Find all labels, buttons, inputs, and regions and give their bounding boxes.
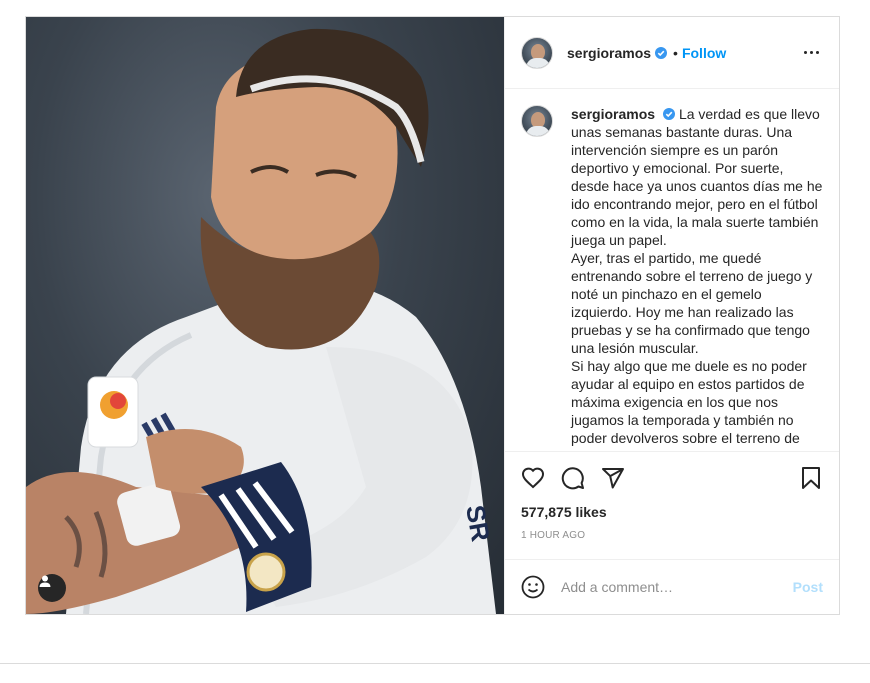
like-button[interactable] [521, 466, 545, 490]
save-button[interactable] [799, 466, 823, 490]
author-username[interactable]: sergioramos [567, 45, 651, 61]
heart-icon [521, 467, 545, 489]
svg-text:SR: SR [460, 503, 496, 544]
post-header: sergioramos • Follow [505, 17, 839, 89]
caption-paragraph-1: La verdad es que llevo unas semanas bast… [571, 106, 823, 248]
post-timestamp[interactable]: 1 HOUR AGO [505, 530, 839, 560]
smiley-icon [521, 575, 545, 599]
follow-button[interactable]: Follow [682, 45, 726, 61]
separator-dot: • [673, 44, 678, 61]
comment-row: Post [505, 560, 839, 614]
caption-text: sergioramos La verdad es que llevo unas … [571, 105, 823, 451]
user-tag-button[interactable] [38, 574, 66, 602]
verified-badge-icon [655, 46, 668, 59]
post-comment-button[interactable]: Post [793, 579, 823, 595]
bookmark-icon [802, 467, 820, 489]
player-photo-illustration: SR [26, 28, 496, 614]
avatar[interactable] [521, 36, 553, 69]
post-photo[interactable]: SR [26, 17, 504, 614]
post-side-panel: sergioramos • Follow sergioramos La verd… [504, 17, 839, 614]
comment-button[interactable] [561, 466, 585, 490]
caption-username[interactable]: sergioramos [571, 106, 655, 122]
paper-plane-icon [602, 468, 624, 489]
share-button[interactable] [601, 466, 625, 490]
caption-paragraph: sergioramos La verdad es que llevo unas … [571, 105, 823, 249]
instagram-post: SR sergioramos • Follow sergioramos La v… [25, 16, 840, 615]
comment-bubble-icon [561, 467, 584, 490]
comment-input[interactable] [561, 579, 793, 595]
user-tag-icon [39, 575, 51, 587]
caption-avatar[interactable] [521, 105, 553, 137]
caption-area[interactable]: sergioramos La verdad es que llevo unas … [505, 89, 839, 452]
caption-verified-badge-icon [663, 108, 676, 120]
emoji-button[interactable] [521, 575, 545, 599]
page-divider [0, 663, 870, 664]
more-options-icon[interactable] [800, 45, 823, 60]
action-bar [505, 452, 839, 504]
caption-paragraph-3: Si hay algo que me duele es no poder ayu… [571, 358, 807, 446]
likes-count[interactable]: 577,875 likes [505, 504, 839, 522]
caption-paragraph-2: Ayer, tras el partido, me quedé entrenan… [571, 250, 813, 356]
